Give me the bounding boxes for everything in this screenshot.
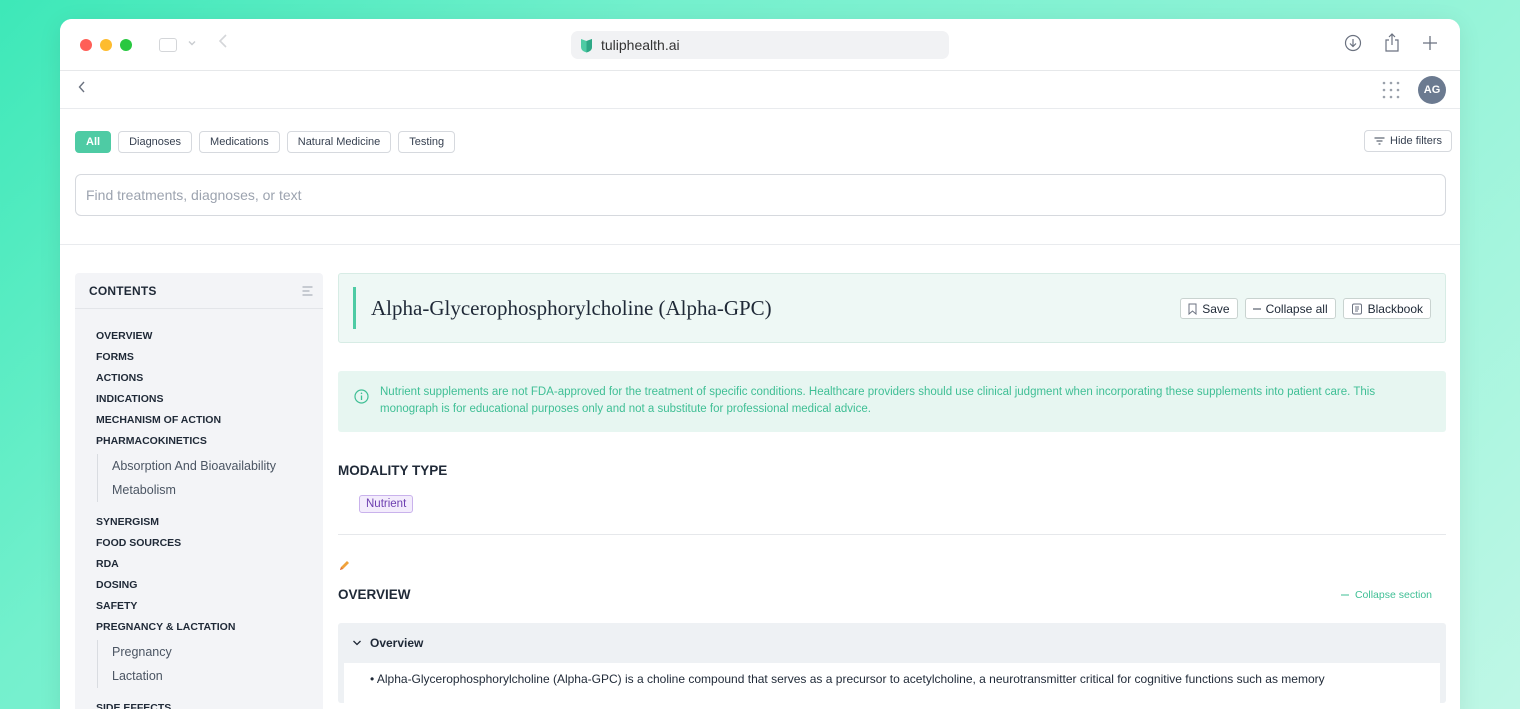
site-logo-icon [581, 38, 592, 52]
close-window-button[interactable] [80, 39, 92, 51]
toc-item-indications[interactable]: INDICATIONS [96, 389, 323, 410]
overview-section-header: OVERVIEW Collapse section [338, 587, 1446, 602]
page-title: Alpha-Glycerophosphorylcholine (Alpha-GP… [371, 296, 772, 320]
contents-header: CONTENTS [75, 273, 323, 309]
filter-icon [1374, 137, 1385, 145]
section-divider [60, 244, 1460, 245]
hide-filters-button[interactable]: Hide filters [1364, 130, 1452, 152]
minus-icon [1340, 594, 1349, 595]
table-of-contents: OVERVIEW FORMS ACTIONS INDICATIONS MECHA… [75, 309, 323, 709]
toc-item-synergism[interactable]: SYNERGISM [96, 512, 323, 533]
toc-subitem-lactation[interactable]: Lactation [112, 664, 323, 688]
hide-filters-label: Hide filters [1390, 135, 1442, 147]
address-bar[interactable]: tuliphealth.ai [571, 31, 949, 59]
toc-item-safety[interactable]: SAFETY [96, 596, 323, 617]
modality-heading: MODALITY TYPE [338, 463, 448, 478]
title-actions: Save Collapse all Blackbook [1180, 298, 1431, 319]
toc-subitem-absorption[interactable]: Absorption And Bioavailability [112, 454, 323, 478]
monograph-title-card: Alpha-Glycerophosphorylcholine (Alpha-GP… [338, 273, 1446, 343]
blackbook-button[interactable]: Blackbook [1342, 298, 1431, 319]
collapse-all-label: Collapse all [1265, 301, 1328, 316]
chevron-down-icon [353, 640, 361, 646]
toc-item-rda[interactable]: RDA [96, 554, 323, 575]
browser-toolbar-right [1344, 33, 1438, 53]
collapse-all-button[interactable]: Collapse all [1244, 298, 1336, 319]
overview-accordion-title: Overview [370, 636, 424, 650]
app-header: AG [60, 71, 1460, 109]
bookmark-icon [1188, 303, 1197, 315]
window-controls [80, 39, 132, 51]
blackbook-label: Blackbook [1367, 301, 1423, 316]
overview-heading: OVERVIEW [338, 587, 411, 602]
toc-subgroup-pregnancy-lactation: Pregnancy Lactation [97, 640, 323, 688]
chevron-down-icon[interactable] [187, 35, 197, 51]
collapse-section-button[interactable]: Collapse section [1340, 588, 1432, 601]
sidebar-toggle-icon[interactable] [159, 38, 177, 52]
disclaimer-text: Nutrient supplements are not FDA-approve… [380, 386, 1376, 415]
toc-item-actions[interactable]: ACTIONS [96, 368, 323, 389]
avatar[interactable]: AG [1418, 76, 1446, 104]
contents-title: CONTENTS [89, 283, 157, 298]
filter-chip-all[interactable]: All [75, 131, 112, 153]
maximize-window-button[interactable] [120, 39, 132, 51]
toc-subgroup-pharmacokinetics: Absorption And Bioavailability Metabolis… [97, 454, 323, 502]
title-accent-bar [353, 287, 356, 329]
toc-item-mechanism-of-action[interactable]: MECHANISM OF ACTION [96, 410, 323, 431]
collapse-section-label: Collapse section [1354, 588, 1432, 601]
fda-disclaimer: Nutrient supplements are not FDA-approve… [338, 371, 1446, 432]
toc-item-food-sources[interactable]: FOOD SOURCES [96, 533, 323, 554]
filter-chip-medications[interactable]: Medications [199, 131, 280, 153]
info-icon [354, 389, 369, 404]
overview-text: • Alpha-Glycerophosphorylcholine (Alpha-… [370, 672, 1325, 686]
search-input[interactable] [75, 174, 1446, 216]
download-icon[interactable] [1344, 34, 1362, 52]
toc-item-pregnancy-lactation[interactable]: PREGNANCY & LACTATION [96, 617, 323, 638]
apps-grid-icon[interactable] [1382, 81, 1400, 99]
url-text: tuliphealth.ai [601, 37, 680, 53]
share-icon[interactable] [1384, 33, 1400, 53]
save-button[interactable]: Save [1180, 298, 1238, 319]
pencil-icon[interactable] [338, 559, 351, 572]
collapse-contents-icon[interactable] [302, 286, 313, 296]
minus-icon [1252, 308, 1261, 309]
toc-item-side-effects[interactable]: SIDE EFFECTS [96, 698, 323, 709]
toc-subitem-metabolism[interactable]: Metabolism [112, 478, 323, 502]
filter-chip-diagnoses[interactable]: Diagnoses [118, 131, 193, 153]
overview-accordion: Overview • Alpha-Glycerophosphorylcholin… [338, 623, 1446, 703]
filter-chip-testing[interactable]: Testing [398, 131, 456, 153]
content-divider [338, 534, 1446, 535]
modality-badge: Nutrient [359, 495, 414, 513]
new-tab-icon[interactable] [1422, 35, 1438, 51]
monograph-content: Alpha-Glycerophosphorylcholine (Alpha-GP… [338, 273, 1446, 703]
overview-accordion-body: • Alpha-Glycerophosphorylcholine (Alpha-… [344, 663, 1440, 703]
toc-item-forms[interactable]: FORMS [96, 347, 323, 368]
overview-accordion-header[interactable]: Overview [344, 623, 1440, 663]
book-icon [1351, 303, 1362, 314]
filter-chips: All Diagnoses Medications Natural Medici… [75, 131, 456, 153]
browser-back-icon[interactable] [218, 33, 228, 54]
contents-sidebar: CONTENTS OVERVIEW FORMS ACTIONS INDICATI… [75, 273, 323, 709]
browser-titlebar: tuliphealth.ai [60, 19, 1460, 71]
save-label: Save [1202, 301, 1230, 316]
filter-chip-natural-medicine[interactable]: Natural Medicine [286, 131, 392, 153]
minimize-window-button[interactable] [100, 39, 112, 51]
edit-icon-row [338, 559, 1446, 573]
toc-subitem-pregnancy[interactable]: Pregnancy [112, 640, 323, 664]
browser-window: tuliphealth.ai AG All Diagnoses Medicati… [60, 19, 1460, 709]
toc-item-overview[interactable]: OVERVIEW [96, 326, 323, 347]
toc-item-dosing[interactable]: DOSING [96, 575, 323, 596]
toc-item-pharmacokinetics[interactable]: PHARMACOKINETICS [96, 431, 323, 452]
back-icon[interactable] [78, 80, 86, 98]
